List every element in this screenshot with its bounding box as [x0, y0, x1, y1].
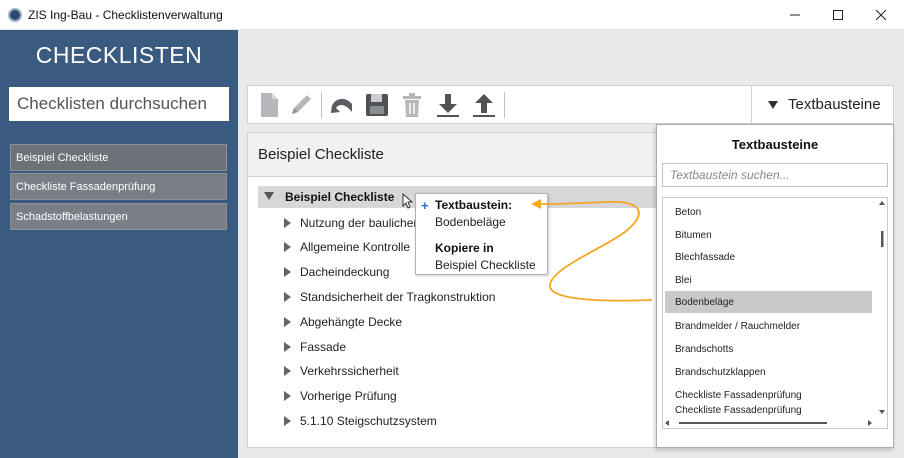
drag-arrow-annotation	[531, 199, 653, 302]
